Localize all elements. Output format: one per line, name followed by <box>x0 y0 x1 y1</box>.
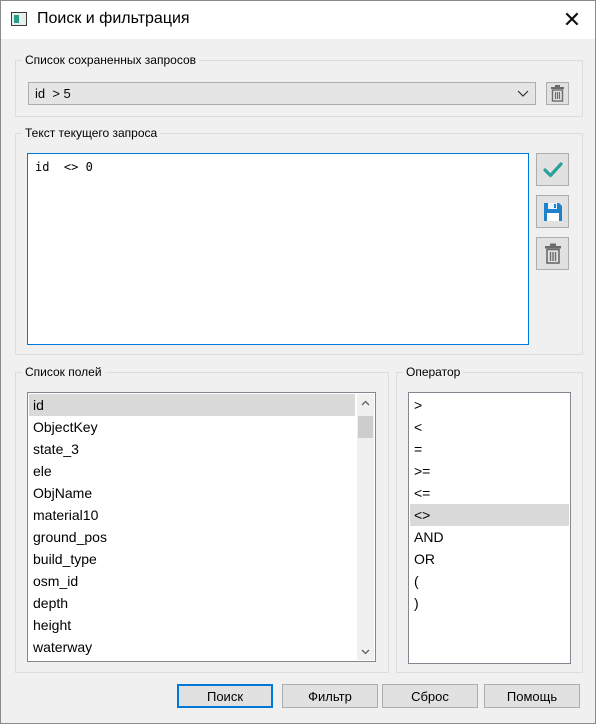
operator-list-item[interactable]: = <box>410 438 569 460</box>
saved-queries-label: Список сохраненных запросов <box>22 53 199 67</box>
field-list-item[interactable]: id <box>29 394 355 416</box>
save-query-button[interactable] <box>536 195 569 228</box>
close-button[interactable]: ✕ <box>549 1 595 39</box>
saved-queries-dropdown[interactable]: id > 5 <box>28 82 536 105</box>
chevron-down-icon <box>361 649 370 654</box>
field-list-item[interactable]: osm_id <box>29 570 355 592</box>
field-list-item[interactable]: ground_pos <box>29 526 355 548</box>
delete-query-button[interactable] <box>536 237 569 270</box>
filter-button[interactable]: Фильтр <box>282 684 378 708</box>
apply-query-button[interactable] <box>536 153 569 186</box>
field-list-item[interactable]: ele <box>29 460 355 482</box>
operator-list-item[interactable]: ) <box>410 592 569 614</box>
field-list-item[interactable]: depth <box>29 592 355 614</box>
operator-list-item[interactable]: ( <box>410 570 569 592</box>
fields-listbox[interactable]: id ObjectKey state_3 ele ObjName material10 gr… <box>27 392 376 662</box>
fields-label: Список полей <box>22 365 105 379</box>
title-bar: Поиск и фильтрация ✕ <box>1 1 595 39</box>
reset-button[interactable]: Сброс <box>382 684 478 708</box>
scroll-down-button[interactable] <box>357 643 374 660</box>
chevron-down-icon <box>517 90 529 97</box>
fields-scrollbar[interactable] <box>357 394 374 660</box>
window-title: Поиск и фильтрация <box>37 10 190 27</box>
operator-listbox[interactable]: > < = >= <= <> AND OR() <box>408 392 571 664</box>
help-button[interactable]: Помощь <box>484 684 580 708</box>
scroll-thumb[interactable] <box>358 416 373 438</box>
scroll-up-button[interactable] <box>357 394 374 411</box>
field-list-item[interactable]: ObjectKey <box>29 416 355 438</box>
field-list-item[interactable]: build_type <box>29 548 355 570</box>
saved-queries-selected: id > 5 <box>35 86 71 101</box>
floppy-disk-icon <box>543 202 562 221</box>
operator-list-item[interactable]: <= <box>410 482 569 504</box>
search-filter-dialog: Поиск и фильтрация ✕ Список сохраненных … <box>0 0 596 724</box>
operator-list-item[interactable]: OR <box>410 548 569 570</box>
field-list-item[interactable]: ObjName <box>29 482 355 504</box>
chevron-up-icon <box>361 400 370 405</box>
search-button[interactable]: Поиск <box>177 684 273 708</box>
field-list-item[interactable]: height <box>29 614 355 636</box>
current-query-label: Текст текущего запроса <box>22 126 161 140</box>
trash-icon <box>544 243 561 264</box>
current-query-editor[interactable]: id <> 0 <box>27 153 529 345</box>
delete-saved-query-button[interactable] <box>546 82 569 105</box>
trash-icon <box>551 85 564 102</box>
operator-list-item[interactable]: < <box>410 416 569 438</box>
field-list-item[interactable]: material10 <box>29 504 355 526</box>
checkmark-icon <box>542 161 563 177</box>
operator-label: Оператор <box>403 365 464 379</box>
close-icon: ✕ <box>562 7 582 32</box>
field-list-item[interactable]: waterway <box>29 636 355 658</box>
operator-list-item[interactable]: >= <box>410 460 569 482</box>
operator-list-item[interactable]: > <box>410 394 569 416</box>
app-icon <box>11 12 27 26</box>
field-list-item[interactable]: state_3 <box>29 438 355 460</box>
operator-list-item[interactable]: AND <box>410 526 569 548</box>
operator-list-item[interactable]: <> <box>410 504 569 526</box>
